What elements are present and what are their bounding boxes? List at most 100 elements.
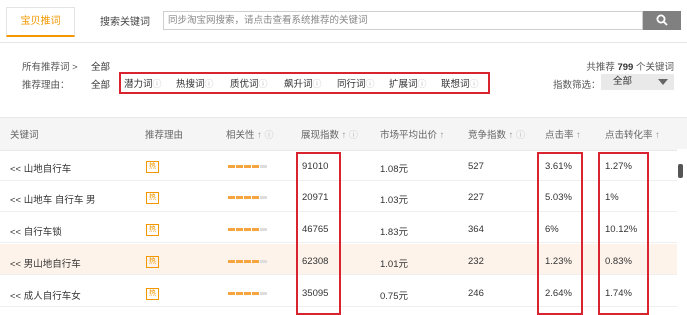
impressions-cell: 20971: [302, 192, 329, 203]
competition-cell: 246: [468, 288, 484, 299]
cvr-cell: 0.83%: [605, 256, 632, 267]
reason-item[interactable]: 质优词ⓘ: [230, 76, 268, 90]
help-icon: ⓘ: [152, 79, 162, 89]
sort-icon: ↑: [655, 130, 660, 141]
cvr-cell: 10.12%: [605, 224, 638, 235]
relevance-segment: [260, 260, 267, 263]
help-icon: ⓘ: [258, 79, 268, 89]
avg-bid-cell: 1.08元: [380, 164, 408, 175]
col-reason: 推荐理由: [145, 130, 184, 141]
ctr-cell: 6%: [545, 224, 559, 235]
ctr-cell: 3.61%: [545, 161, 572, 172]
reason-all[interactable]: 全部: [91, 77, 110, 91]
relevance-segment: [260, 196, 267, 199]
reason-item[interactable]: 联想词ⓘ: [441, 76, 479, 90]
relevance-segment: [228, 196, 235, 199]
scrollbar-thumb[interactable]: [678, 164, 683, 178]
table-row: [0, 181, 677, 212]
relevance-segment: [228, 165, 235, 168]
relevance-segment: [228, 260, 235, 263]
help-icon: ⓘ: [312, 79, 322, 89]
all-keywords-value[interactable]: 全部: [91, 59, 110, 73]
hot-badge: 热: [146, 224, 159, 236]
relevance-segment: [244, 196, 251, 199]
relevance-segment: [228, 292, 235, 295]
reason-item[interactable]: 扩展词ⓘ: [389, 76, 427, 90]
tab-item-recommend[interactable]: 宝贝推词: [6, 7, 75, 37]
col-competition[interactable]: 竞争指数 ↑ ⓘ: [468, 127, 525, 141]
relevance-segment: [252, 292, 259, 295]
relevance-segment: [244, 260, 251, 263]
table-row: [0, 212, 677, 243]
relevance-segment: [236, 196, 243, 199]
ctr-cell: 1.23%: [545, 256, 572, 267]
impressions-cell: 62308: [302, 256, 329, 267]
keyword-cell[interactable]: << 山地自行车: [10, 161, 71, 175]
cvr-cell: 1.74%: [605, 288, 632, 299]
col-avg-bid[interactable]: 市场平均出价 ↑: [380, 127, 444, 141]
search-button[interactable]: [643, 11, 681, 30]
cvr-cell: 1.27%: [605, 161, 632, 172]
help-icon: ⓘ: [469, 79, 479, 89]
search-input[interactable]: [163, 11, 643, 30]
col-relevance[interactable]: 相关性 ↑ ⓘ: [226, 127, 274, 141]
relevance-segment: [244, 165, 251, 168]
col-keyword: 关键词: [10, 130, 39, 141]
hot-badge: 热: [146, 288, 159, 300]
relevance-segment: [236, 228, 243, 231]
chevron-down-icon: [658, 79, 668, 85]
col-ctr[interactable]: 点击率 ↑: [545, 127, 581, 141]
relevance-segment: [260, 165, 267, 168]
hot-badge: 热: [146, 192, 159, 204]
help-icon: ⓘ: [264, 130, 274, 140]
competition-cell: 527: [468, 161, 484, 172]
keyword-cell[interactable]: << 男山地自行车: [10, 256, 81, 270]
relevance-segment: [244, 228, 251, 231]
help-icon: ⓘ: [365, 79, 375, 89]
impressions-cell: 91010: [302, 161, 329, 172]
help-icon: ⓘ: [349, 130, 359, 140]
relevance-segment: [260, 292, 267, 295]
relevance-segment: [236, 260, 243, 263]
competition-cell: 232: [468, 256, 484, 267]
relevance-segment: [236, 292, 243, 295]
avg-bid-cell: 0.75元: [380, 291, 408, 302]
keyword-cell[interactable]: << 自行车锁: [10, 224, 62, 238]
competition-cell: 364: [468, 224, 484, 235]
relevance-segment: [252, 196, 259, 199]
relevance-segment: [244, 292, 251, 295]
index-filter-select[interactable]: 全部: [601, 74, 674, 90]
relevance-segment: [252, 228, 259, 231]
avg-bid-cell: 1.03元: [380, 195, 408, 206]
reason-label: 推荐理由：: [22, 80, 70, 91]
avg-bid-cell: 1.01元: [380, 259, 408, 270]
keyword-cell[interactable]: << 山地车 自行车 男: [10, 192, 96, 206]
col-impressions[interactable]: 展现指数 ↑ ⓘ: [301, 127, 358, 141]
search-icon: [656, 14, 668, 26]
cvr-cell: 1%: [605, 192, 619, 203]
sort-icon: ↑: [439, 130, 445, 141]
count-value: 799: [617, 62, 634, 73]
table-row: [0, 150, 677, 181]
hot-badge: 热: [146, 161, 159, 173]
all-keywords-label: 所有推荐词 >: [22, 62, 78, 73]
help-icon: ⓘ: [204, 79, 214, 89]
sort-icon: ↑: [508, 130, 514, 141]
relevance-segment: [260, 228, 267, 231]
help-icon: ⓘ: [516, 130, 526, 140]
reason-item[interactable]: 同行词ⓘ: [337, 76, 375, 90]
reason-item[interactable]: 飙升词ⓘ: [284, 76, 322, 90]
col-cvr[interactable]: 点击转化率 ↑: [605, 127, 660, 141]
ctr-cell: 2.64%: [545, 288, 572, 299]
sort-icon: ↑: [257, 130, 262, 141]
table-row: [0, 244, 677, 275]
table-row: [0, 276, 677, 307]
hot-badge: 热: [146, 256, 159, 268]
keyword-cell[interactable]: << 成人自行车女: [10, 288, 81, 302]
tab-search-keywords[interactable]: 搜索关键词: [100, 13, 150, 28]
impressions-cell: 35095: [302, 288, 329, 299]
competition-cell: 227: [468, 192, 484, 203]
reason-item[interactable]: 热搜词ⓘ: [176, 76, 214, 90]
reason-item[interactable]: 潜力词ⓘ: [124, 76, 162, 90]
relevance-segment: [252, 260, 259, 263]
